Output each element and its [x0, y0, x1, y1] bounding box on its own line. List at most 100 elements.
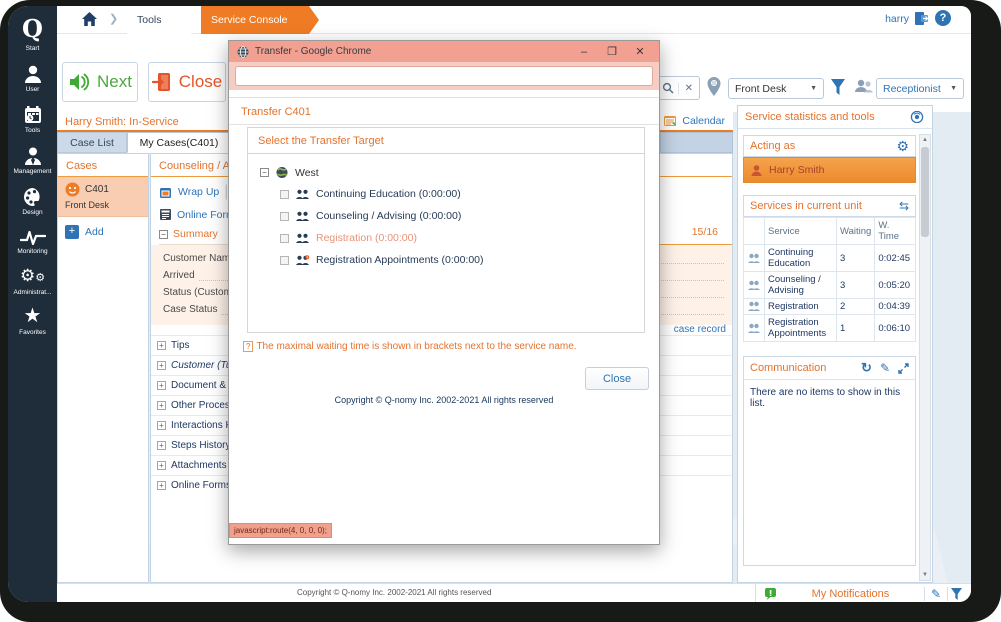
minimize-button[interactable]: –	[573, 46, 595, 58]
dialog-note: ? The maximal waiting time is shown in br…	[243, 341, 577, 352]
scroll-down-icon[interactable]: ▼	[920, 572, 930, 578]
filter-funnel-icon[interactable]	[830, 78, 846, 96]
sidebar-item-start[interactable]: Q Start	[8, 6, 57, 52]
gear-icon[interactable]: ⚙︎	[896, 138, 909, 155]
tree-item-registration[interactable]: Registration (0:00:00)	[280, 232, 417, 244]
tree-item-registration-appointments[interactable]: Registration Appointments (0:00:00)	[280, 254, 484, 266]
collapse-icon[interactable]: −	[260, 168, 269, 177]
next-button[interactable]: Next	[62, 62, 138, 102]
chevron-down-icon: ▼	[950, 85, 957, 92]
close-case-button[interactable]: Close	[148, 62, 226, 102]
refresh-icon[interactable]: ↻	[861, 360, 872, 376]
sidebar-item-design[interactable]: Design	[8, 187, 57, 216]
sidebar-item-user[interactable]: User	[8, 64, 57, 93]
acting-as-title: Acting as	[750, 140, 796, 152]
q-logo-icon: Q	[22, 14, 43, 43]
add-case-button[interactable]: + Add	[58, 217, 148, 247]
expand-icon: +	[157, 401, 166, 410]
sidebar-item-management[interactable]: Management	[8, 146, 57, 175]
checkbox[interactable]	[280, 233, 289, 243]
pulse-icon	[8, 228, 57, 246]
dialog-close-button[interactable]: Close	[585, 367, 649, 390]
table-row[interactable]: Continuing Education 3 0:02:45	[743, 244, 916, 272]
checkbox[interactable]	[280, 255, 289, 265]
tab-strip-right	[660, 132, 733, 153]
device-frame: ❯ Tools Service Console harry ? Q Start …	[0, 0, 1001, 622]
stats-panel: Service statistics and tools Acting as ⚙…	[737, 105, 933, 583]
communication-title: Communication	[750, 362, 827, 374]
sidebar-item-monitoring[interactable]: Monitoring	[8, 228, 57, 255]
clear-search-icon[interactable]: ✕	[677, 82, 699, 94]
service-people-icon	[295, 189, 310, 200]
maximize-button[interactable]: ❐	[601, 45, 623, 58]
close-window-button[interactable]: ✕	[629, 45, 651, 58]
stats-panel-title: Service statistics and tools	[745, 111, 875, 123]
checkbox[interactable]	[280, 211, 289, 221]
expand-icon[interactable]	[898, 362, 909, 374]
expand-icon: +	[157, 441, 166, 450]
collapse-icon: −	[159, 229, 168, 239]
filter-funnel-icon[interactable]	[947, 586, 971, 601]
role-select[interactable]: Receptionist ▼	[876, 78, 964, 99]
swap-arrows-icon[interactable]: ⇆	[899, 199, 909, 213]
tree-item-counseling-advising[interactable]: Counseling / Advising (0:00:00)	[280, 210, 461, 222]
expand-icon: +	[157, 481, 166, 490]
breadcrumb-tools[interactable]: Tools	[127, 6, 201, 34]
unit-select[interactable]: Front Desk ▼	[728, 78, 824, 99]
world-icon	[275, 166, 289, 179]
user-icon	[8, 64, 57, 84]
eye-icon[interactable]	[909, 111, 925, 123]
tab-my-cases[interactable]: My Cases(C401)	[127, 132, 231, 153]
door-exit-icon	[151, 72, 172, 92]
sidebar-item-favorites[interactable]: ★ Favorites	[8, 306, 57, 336]
tree-node-west[interactable]: − West	[260, 166, 319, 179]
pencil-icon[interactable]: ✎	[923, 586, 947, 601]
field-label: Case Status	[163, 304, 218, 315]
services-title: Services in current unit	[750, 200, 862, 212]
my-notifications-label[interactable]: My Notifications	[777, 588, 924, 600]
field-label: Customer Name	[163, 253, 236, 264]
sidebar-item-administration[interactable]: ⚙︎⚙︎ Administrat...	[8, 267, 57, 297]
tree-item-continuing-education[interactable]: Continuing Education (0:00:00)	[280, 188, 461, 200]
footer-copyright: Copyright © Q-nomy Inc. 2002-2021 All ri…	[297, 588, 492, 597]
address-input[interactable]	[235, 66, 653, 86]
dialog-copyright: Copyright © Q-nomy Inc. 2002-2021 All ri…	[334, 395, 554, 405]
breadcrumb-service-console[interactable]: Service Console	[201, 6, 319, 34]
username-label: harry	[885, 13, 909, 25]
topbar: ❯ Tools Service Console harry ?	[57, 6, 971, 34]
transfer-target-title: Select the Transfer Target	[248, 128, 644, 154]
app-screen: ❯ Tools Service Console harry ? Q Start …	[8, 6, 971, 602]
logout-icon[interactable]	[914, 11, 929, 26]
tab-case-list[interactable]: Case List	[57, 132, 127, 153]
sidebar: Q Start User Tools Management Design Mon…	[8, 6, 57, 602]
star-icon: ★	[23, 305, 42, 327]
table-row[interactable]: Registration Appointments 1 0:06:10	[743, 314, 916, 342]
cases-panel-title: Cases	[58, 154, 148, 177]
dialog-heading: Transfer C401	[229, 98, 659, 125]
dialog-window-title: Transfer - Google Chrome	[255, 46, 372, 57]
home-icon[interactable]	[81, 11, 98, 27]
stats-scrollbar[interactable]: ▲ ▼	[919, 134, 931, 581]
calendar-clock-icon	[8, 105, 57, 125]
table-row[interactable]: Counseling / Advising 3 0:05:20	[743, 271, 916, 299]
speaker-icon	[68, 72, 90, 92]
services-table: Service Waiting W. Time Continuing Educa…	[743, 217, 916, 342]
dialog-titlebar[interactable]: Transfer - Google Chrome – ❐ ✕	[229, 41, 659, 62]
scroll-up-icon[interactable]: ▲	[920, 137, 930, 143]
palette-icon	[8, 187, 57, 207]
acting-as-user-row[interactable]: Harry Smith	[743, 157, 916, 183]
case-item-selected[interactable]: C401 Front Desk	[58, 177, 148, 217]
role-people-icon	[854, 78, 874, 96]
case-record-link[interactable]: case record	[674, 324, 726, 335]
cases-panel: Cases C401 Front Desk + Add	[57, 153, 149, 583]
dialog-address-bar	[229, 62, 659, 90]
expand-icon: +	[157, 461, 166, 470]
sidebar-item-tools[interactable]: Tools	[8, 105, 57, 134]
footer: Copyright © Q-nomy Inc. 2002-2021 All ri…	[57, 583, 971, 602]
calendar-link[interactable]: Calendar	[663, 114, 725, 128]
agent-status-label: Harry Smith: In-Service	[65, 116, 179, 128]
help-icon[interactable]: ?	[935, 10, 951, 26]
checkbox[interactable]	[280, 189, 289, 199]
pencil-icon[interactable]: ✎	[880, 361, 890, 375]
table-row[interactable]: Registration 2 0:04:39	[743, 298, 916, 315]
